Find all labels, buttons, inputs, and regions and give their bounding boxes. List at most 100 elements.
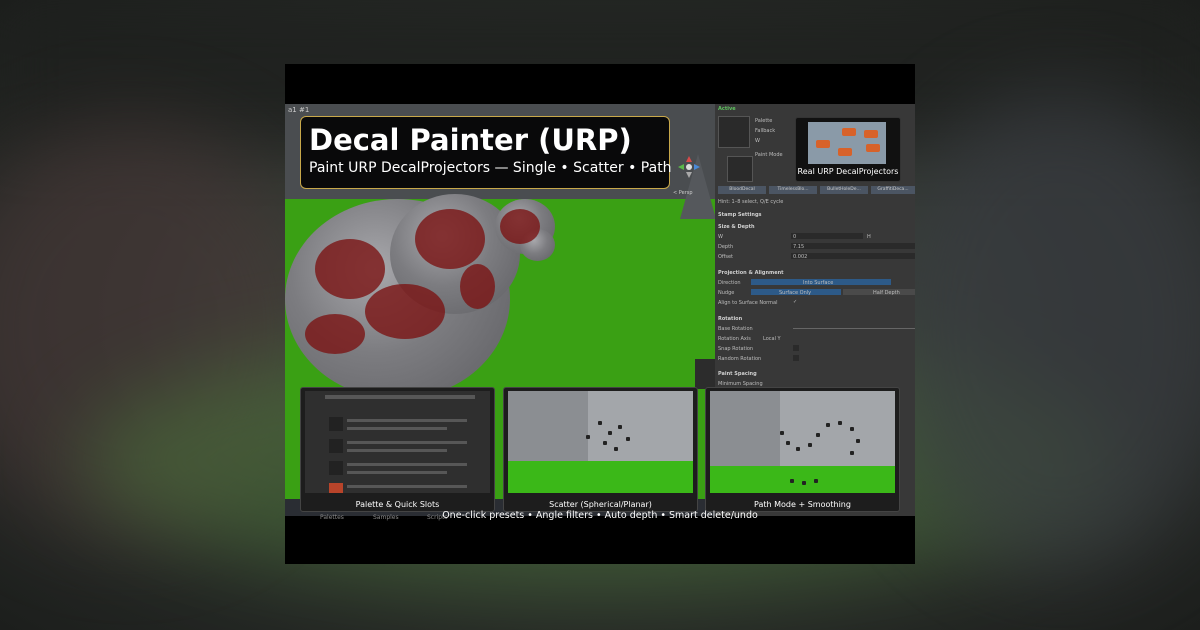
scene-tool-strip[interactable]	[695, 359, 715, 389]
thumbnail-palette[interactable]: Palette & Quick Slots	[300, 387, 495, 512]
thumbnail-palette-label: Palette & Quick Slots	[355, 500, 440, 509]
scatter-screenshot	[508, 391, 693, 493]
scatter-decal	[626, 437, 630, 441]
urp-preview-label: Real URP DecalProjectors	[797, 167, 899, 176]
scatter-decal	[598, 421, 602, 425]
base-rotation-label: Base Rotation	[718, 326, 753, 332]
stamp-settings-header[interactable]: Stamp Settings	[718, 212, 762, 218]
align-normal-checkbox[interactable]: ✓	[793, 299, 797, 305]
size-w-field[interactable]	[791, 233, 863, 239]
decal-icon	[329, 439, 343, 453]
decal-splat	[415, 209, 485, 269]
align-normal-label: Align to Surface Normal	[718, 300, 778, 306]
feature-footer: One-click presets • Angle filters • Auto…	[442, 510, 758, 521]
slot-blood-decal[interactable]: BloodDecal	[718, 186, 766, 194]
decal-splat	[305, 314, 365, 354]
projection-header: Projection & Alignment	[718, 270, 784, 276]
decal-icon	[329, 417, 343, 431]
scatter-decal	[618, 425, 622, 429]
field-palette: Palette	[755, 118, 773, 124]
scatter-decal	[586, 435, 590, 439]
decal-icon	[329, 461, 343, 475]
base-rotation-slider[interactable]	[793, 328, 915, 329]
paint-spacing-header: Paint Spacing	[718, 371, 757, 377]
path-decal	[780, 431, 784, 435]
random-rotation-checkbox[interactable]	[793, 355, 799, 361]
offset-field[interactable]	[791, 253, 915, 259]
snap-rotation-label: Snap Rotation	[718, 346, 754, 352]
decal-splat	[500, 209, 540, 244]
direction-label: Direction	[718, 280, 741, 286]
path-decal	[838, 421, 842, 425]
product-subtitle: Paint URP DecalProjectors — Single • Sca…	[309, 160, 672, 176]
room-wall-left	[508, 391, 588, 471]
size-depth-header: Size & Depth	[718, 224, 755, 230]
urp-preview-card: Real URP DecalProjectors	[795, 117, 901, 182]
scene-top-label: a1 #1	[288, 106, 310, 114]
thumbnail-path-label: Path Mode + Smoothing	[754, 500, 851, 509]
palette-row-bar	[347, 485, 467, 488]
inspector-header: Active	[718, 106, 736, 112]
palette-row-bar	[347, 471, 447, 474]
decal-splat	[460, 264, 495, 309]
palette-toolbar	[325, 395, 475, 399]
depth-field[interactable]	[791, 243, 915, 249]
palette-row	[329, 437, 480, 459]
path-decal	[826, 423, 830, 427]
active-decal-thumbnail[interactable]	[718, 116, 750, 148]
hint-text: Hint: 1–8 select, Q/E cycle	[718, 199, 784, 205]
rotation-axis-value[interactable]: Local Y	[763, 336, 781, 342]
room-wall-left	[710, 391, 780, 471]
path-decal	[790, 479, 794, 483]
palette-row	[329, 415, 480, 437]
thumbnail-scatter[interactable]: Scatter (Spherical/Planar)	[503, 387, 698, 512]
path-decal	[856, 439, 860, 443]
room-floor	[508, 461, 693, 493]
paint-mode-label: Paint Mode	[755, 152, 783, 158]
size-h-label: H	[867, 234, 871, 240]
scene-gizmo-icon[interactable]	[678, 156, 700, 178]
field-fallback: Fallback	[755, 128, 776, 134]
slot-thumbnail[interactable]	[727, 156, 753, 182]
promo-frame: a1 #1 < Persp Active Palette Fallback W …	[285, 64, 915, 564]
thumbnail-scatter-label: Scatter (Spherical/Planar)	[549, 500, 652, 509]
size-w-value: 0	[793, 234, 797, 240]
slot-graffiti[interactable]: GraffitiDeca...	[871, 186, 915, 194]
decal-splat	[315, 239, 385, 299]
nudge-label: Nudge	[718, 290, 735, 296]
random-rotation-label: Random Rotation	[718, 356, 762, 362]
palette-row	[329, 481, 480, 493]
thumbnail-path[interactable]: Path Mode + Smoothing	[705, 387, 900, 512]
palette-row-bar	[347, 419, 467, 422]
path-decal	[802, 481, 806, 485]
decal-sticker	[816, 140, 830, 148]
depth-label: Depth	[718, 244, 734, 250]
urp-preview-image	[808, 122, 886, 164]
palette-row-bar	[347, 441, 467, 444]
scatter-decal	[603, 441, 607, 445]
palette-row-bar	[347, 463, 467, 466]
room-wall-right	[780, 391, 895, 471]
rotation-header: Rotation	[718, 316, 743, 322]
decal-sticker	[842, 128, 856, 136]
slot-bullet-hole[interactable]: BulletHoleDe...	[820, 186, 868, 194]
room-floor	[710, 466, 895, 493]
decal-sticker	[864, 130, 878, 138]
path-decal	[786, 441, 790, 445]
slot-timeless-blood[interactable]: TimelessBlo...	[769, 186, 817, 194]
palette-row-bar	[347, 427, 447, 430]
decal-icon	[329, 483, 343, 493]
path-screenshot	[710, 391, 895, 493]
scatter-decal	[608, 431, 612, 435]
direction-value: Into Surface	[803, 280, 834, 286]
persp-label[interactable]: < Persp	[673, 190, 693, 196]
nudge-surface-only-label: Surface Only	[779, 290, 812, 296]
room-wall-right	[588, 391, 693, 471]
snap-rotation-checkbox[interactable]	[793, 345, 799, 351]
palette-row-bar	[347, 449, 447, 452]
offset-value: 0.002	[793, 254, 808, 260]
path-decal	[796, 447, 800, 451]
path-decal	[814, 479, 818, 483]
title-card: Decal Painter (URP) Paint URP DecalProje…	[300, 116, 672, 189]
path-decal	[808, 443, 812, 447]
